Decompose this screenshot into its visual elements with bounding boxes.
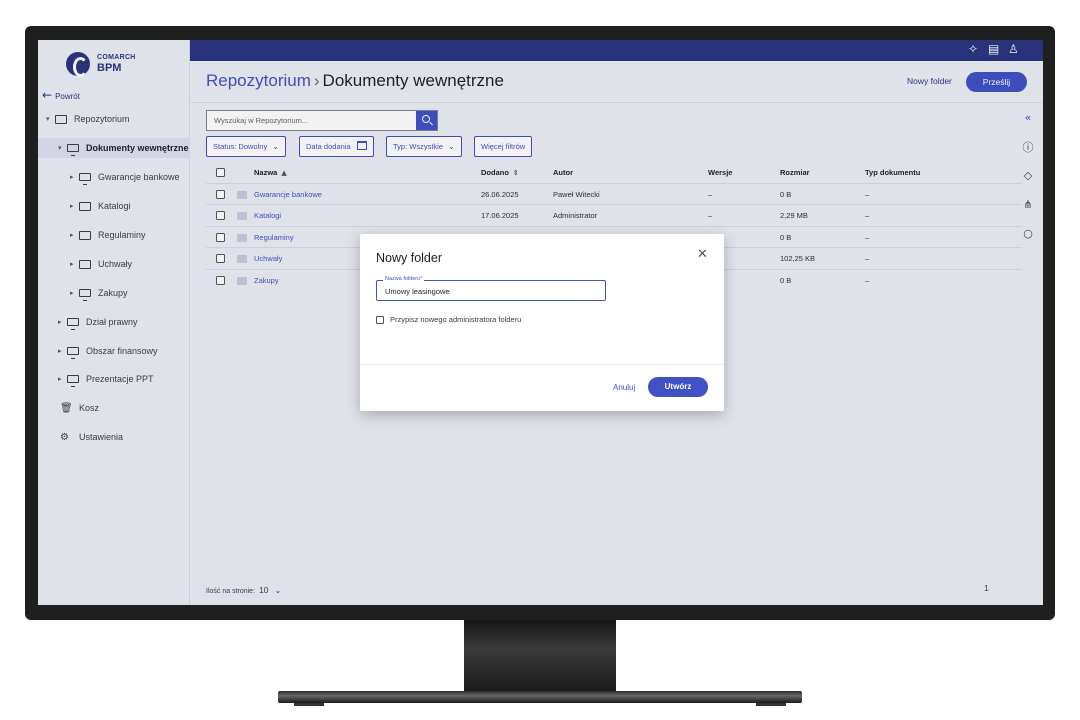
assign-admin-label[interactable]: Przypisz nowego administratora folderu bbox=[390, 315, 521, 324]
monitor-stand-base bbox=[278, 691, 802, 703]
create-button[interactable]: Utwórz bbox=[648, 377, 708, 397]
app-screen: COMARCH BPM ← Powrót ▾ Repozytorium ▾ Dok… bbox=[38, 40, 1043, 605]
new-folder-dialog: Nowy folder ✕ Nazwa folderu* Umowy leasi… bbox=[360, 234, 724, 411]
cancel-button[interactable]: Anuluj bbox=[613, 383, 635, 392]
monitor-frame: COMARCH BPM ← Powrót ▾ Repozytorium ▾ Dok… bbox=[25, 26, 1055, 620]
folder-name-label: Nazwa folderu* bbox=[383, 276, 425, 282]
folder-name-field[interactable]: Nazwa folderu* Umowy leasingowe bbox=[376, 276, 606, 301]
dialog-title: Nowy folder bbox=[376, 251, 442, 265]
monitor-stand-neck bbox=[464, 620, 616, 692]
folder-name-value: Umowy leasingowe bbox=[385, 287, 450, 296]
dialog-divider bbox=[360, 364, 724, 365]
close-icon[interactable]: ✕ bbox=[697, 247, 708, 262]
assign-admin-checkbox[interactable] bbox=[376, 316, 384, 324]
monitor-foot-right bbox=[756, 703, 786, 706]
monitor-foot-left bbox=[294, 703, 324, 706]
